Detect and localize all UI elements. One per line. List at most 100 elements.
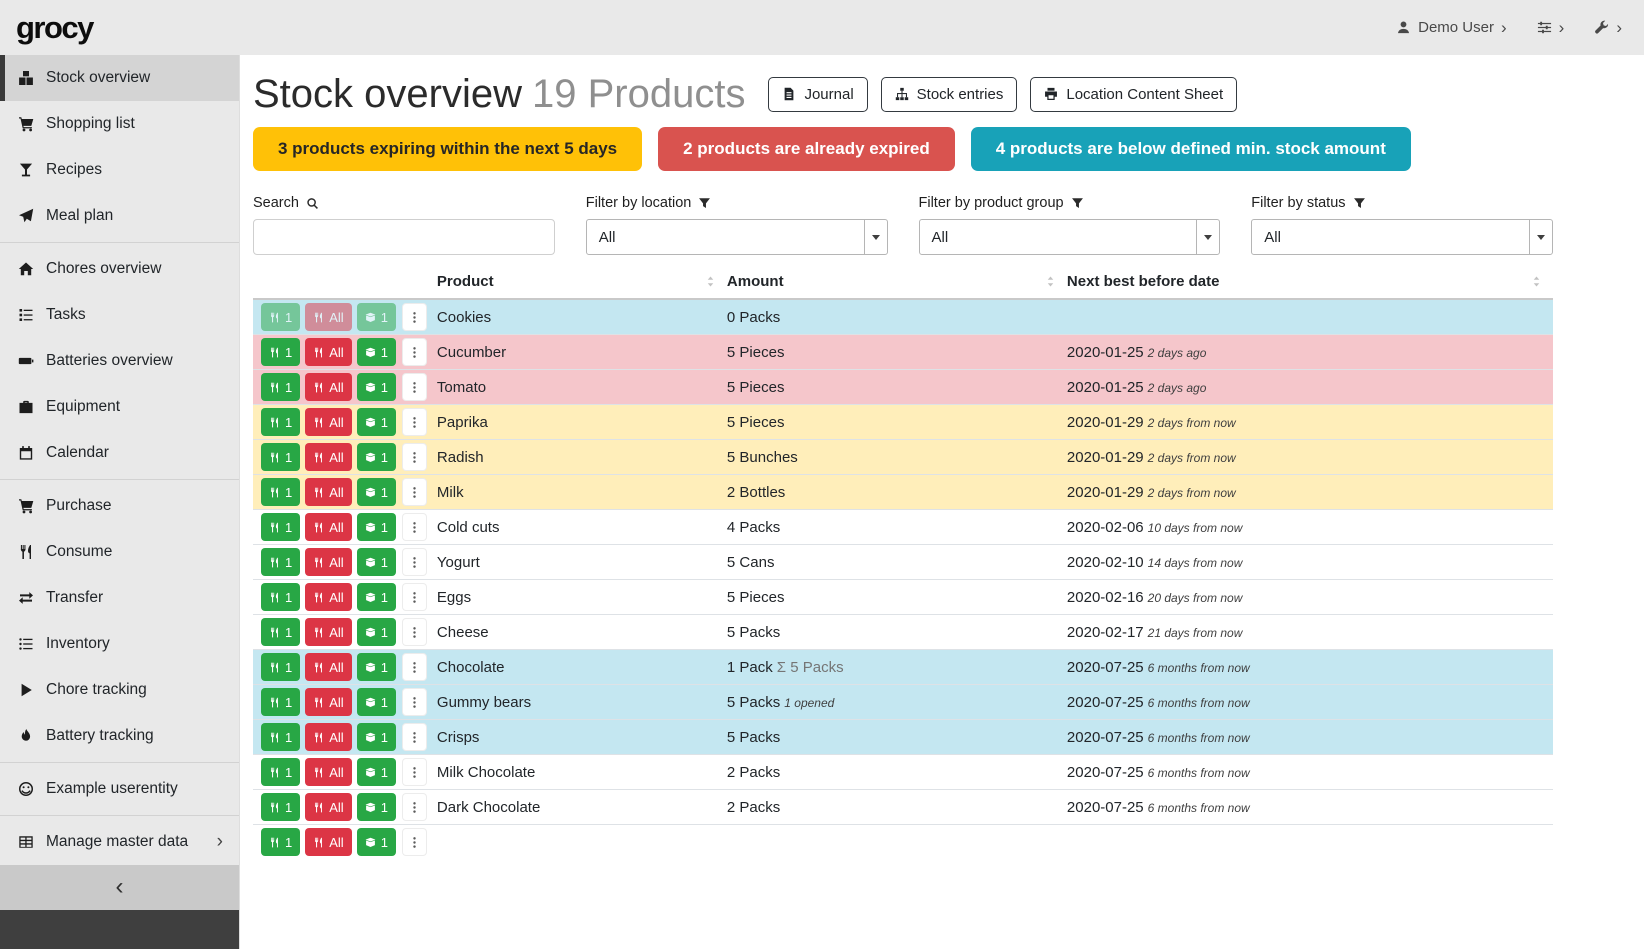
journal-button[interactable]: Journal [768, 77, 867, 112]
consume-all-button[interactable]: All [305, 408, 351, 436]
row-more-button[interactable] [402, 688, 427, 716]
row-more-button[interactable] [402, 338, 427, 366]
sidebar-item-transfer[interactable]: Transfer [0, 575, 239, 621]
open-one-button[interactable]: 1 [357, 688, 396, 716]
consume-all-button[interactable]: All [305, 583, 351, 611]
row-more-button[interactable] [402, 828, 427, 856]
product-group-filter-select[interactable]: All [919, 219, 1221, 255]
status-filter-select[interactable]: All [1251, 219, 1553, 255]
consume-all-button[interactable]: All [305, 618, 351, 646]
row-more-button[interactable] [402, 478, 427, 506]
consume-one-button[interactable]: 1 [261, 688, 300, 716]
sidebar-collapse-button[interactable]: ‹ [0, 865, 239, 910]
consume-all-button[interactable]: All [305, 828, 351, 856]
open-one-button[interactable]: 1 [357, 373, 396, 401]
consume-all-button[interactable]: All [305, 793, 351, 821]
row-more-button[interactable] [402, 373, 427, 401]
alert-warning[interactable]: 3 products expiring within the next 5 da… [253, 127, 642, 171]
row-more-button[interactable] [402, 303, 427, 331]
consume-all-button[interactable]: All [305, 513, 351, 541]
row-more-button[interactable] [402, 513, 427, 541]
consume-all-button[interactable]: All [305, 443, 351, 471]
row-more-button[interactable] [402, 793, 427, 821]
consume-all-button[interactable]: All [305, 478, 351, 506]
sidebar-item-chore-tracking[interactable]: Chore tracking [0, 667, 239, 713]
sidebar-item-manage-master-data[interactable]: Manage master data› [0, 819, 239, 865]
open-one-button[interactable]: 1 [357, 548, 396, 576]
location-filter-select[interactable]: All [586, 219, 888, 255]
consume-all-button[interactable]: All [305, 338, 351, 366]
consume-one-button[interactable]: 1 [261, 723, 300, 751]
row-more-button[interactable] [402, 583, 427, 611]
open-one-button[interactable]: 1 [357, 653, 396, 681]
open-one-button[interactable]: 1 [357, 443, 396, 471]
open-one-button[interactable]: 1 [357, 303, 396, 331]
sidebar-item-battery-tracking[interactable]: Battery tracking [0, 713, 239, 759]
product-column-header[interactable]: Product [437, 269, 727, 299]
sidebar-item-batteries-overview[interactable]: Batteries overview [0, 338, 239, 384]
consume-one-button[interactable]: 1 [261, 373, 300, 401]
row-more-button[interactable] [402, 408, 427, 436]
consume-all-button[interactable]: All [305, 373, 351, 401]
consume-one-button[interactable]: 1 [261, 618, 300, 646]
consume-all-button[interactable]: All [305, 303, 351, 331]
best-before-column-header[interactable]: Next best before date [1067, 269, 1553, 299]
consume-all-button[interactable]: All [305, 688, 351, 716]
location-content-sheet-button[interactable]: Location Content Sheet [1030, 77, 1237, 112]
consume-one-button[interactable]: 1 [261, 828, 300, 856]
sidebar-item-meal-plan[interactable]: Meal plan [0, 193, 239, 239]
sidebar-item-equipment[interactable]: Equipment [0, 384, 239, 430]
sidebar-item-purchase[interactable]: Purchase [0, 483, 239, 529]
consume-one-button[interactable]: 1 [261, 513, 300, 541]
open-one-button[interactable]: 1 [357, 793, 396, 821]
open-one-button[interactable]: 1 [357, 513, 396, 541]
utensils-icon [313, 837, 324, 848]
sidebar-item-recipes[interactable]: Recipes [0, 147, 239, 193]
consume-one-button[interactable]: 1 [261, 338, 300, 366]
admin-menu[interactable]: › [1594, 19, 1622, 36]
consume-one-button[interactable]: 1 [261, 478, 300, 506]
consume-one-button[interactable]: 1 [261, 548, 300, 576]
consume-one-button[interactable]: 1 [261, 793, 300, 821]
row-more-button[interactable] [402, 443, 427, 471]
sidebar-item-tasks[interactable]: Tasks [0, 292, 239, 338]
consume-one-button[interactable]: 1 [261, 653, 300, 681]
user-menu[interactable]: Demo User › [1396, 19, 1507, 36]
open-one-button[interactable]: 1 [357, 408, 396, 436]
consume-all-button[interactable]: All [305, 758, 351, 786]
consume-all-button[interactable]: All [305, 723, 351, 751]
search-input[interactable] [253, 219, 555, 255]
open-one-button[interactable]: 1 [357, 583, 396, 611]
consume-one-button[interactable]: 1 [261, 443, 300, 471]
open-one-button[interactable]: 1 [357, 618, 396, 646]
settings-menu[interactable]: › [1537, 19, 1565, 36]
row-more-button[interactable] [402, 618, 427, 646]
stock-entries-button[interactable]: Stock entries [881, 77, 1018, 112]
consume-one-button[interactable]: 1 [261, 758, 300, 786]
open-one-button[interactable]: 1 [357, 723, 396, 751]
sidebar-item-example-userentity[interactable]: Example userentity [0, 766, 239, 812]
sidebar-item-stock-overview[interactable]: Stock overview [0, 55, 239, 101]
sidebar-item-shopping-list[interactable]: Shopping list [0, 101, 239, 147]
row-more-button[interactable] [402, 758, 427, 786]
open-one-button[interactable]: 1 [357, 828, 396, 856]
alert-info[interactable]: 4 products are below defined min. stock … [971, 127, 1411, 171]
brand-logo[interactable]: grocy [16, 10, 93, 46]
open-one-button[interactable]: 1 [357, 338, 396, 366]
alert-danger[interactable]: 2 products are already expired [658, 127, 955, 171]
open-one-button[interactable]: 1 [357, 478, 396, 506]
row-more-button[interactable] [402, 723, 427, 751]
row-more-button[interactable] [402, 653, 427, 681]
consume-all-button[interactable]: All [305, 548, 351, 576]
sidebar-item-calendar[interactable]: Calendar [0, 430, 239, 476]
sidebar-item-inventory[interactable]: Inventory [0, 621, 239, 667]
amount-column-header[interactable]: Amount [727, 269, 1067, 299]
sidebar-item-consume[interactable]: Consume [0, 529, 239, 575]
consume-one-button[interactable]: 1 [261, 583, 300, 611]
consume-one-button[interactable]: 1 [261, 408, 300, 436]
open-one-button[interactable]: 1 [357, 758, 396, 786]
consume-all-button[interactable]: All [305, 653, 351, 681]
sidebar-item-chores-overview[interactable]: Chores overview [0, 246, 239, 292]
consume-one-button[interactable]: 1 [261, 303, 300, 331]
row-more-button[interactable] [402, 548, 427, 576]
